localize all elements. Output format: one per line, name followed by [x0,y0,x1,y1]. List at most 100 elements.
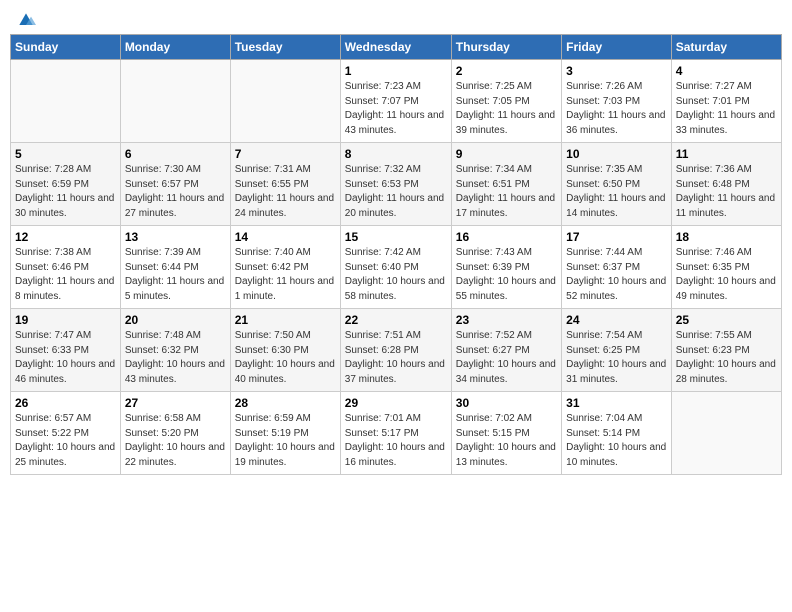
day-info: Sunrise: 7:39 AM Sunset: 6:44 PM Dayligh… [125,246,226,304]
day-info: Sunrise: 7:51 AM Sunset: 6:28 PM Dayligh… [345,329,447,387]
day-info: Sunrise: 7:43 AM Sunset: 6:39 PM Dayligh… [456,246,557,304]
day-number: 10 [566,147,667,161]
calendar-cell [120,60,230,143]
day-number: 26 [15,396,116,410]
day-info: Sunrise: 7:25 AM Sunset: 7:05 PM Dayligh… [456,80,557,138]
day-info: Sunrise: 7:55 AM Sunset: 6:23 PM Dayligh… [676,329,777,387]
day-info: Sunrise: 7:26 AM Sunset: 7:03 PM Dayligh… [566,80,667,138]
calendar-cell: 25Sunrise: 7:55 AM Sunset: 6:23 PM Dayli… [671,309,781,392]
calendar-cell: 28 Sunrise: 6:59 AM Sunset: 5:19 PM Dayli… [230,392,340,475]
calendar-cell: 19 Sunrise: 7:47 AM Sunset: 6:33 PM Dayli… [11,309,121,392]
calendar-cell: 9 Sunrise: 7:34 AM Sunset: 6:51 PM Daylig… [451,143,561,226]
calendar-cell: 23 Sunrise: 7:52 AM Sunset: 6:27 PM Dayli… [451,309,561,392]
calendar-cell: 31 Sunrise: 7:04 AM Sunset: 5:14 PM Dayli… [562,392,672,475]
day-number: 22 [345,313,447,327]
day-number: 29 [345,396,447,410]
calendar-cell: 20 Sunrise: 7:48 AM Sunset: 6:32 PM Dayli… [120,309,230,392]
day-number: 13 [125,230,226,244]
day-number: 6 [125,147,226,161]
day-number: 7 [235,147,336,161]
calendar-cell: 26 Sunrise: 6:57 AM Sunset: 5:22 PM Dayli… [11,392,121,475]
calendar-cell: 16 Sunrise: 7:43 AM Sunset: 6:39 PM Dayli… [451,226,561,309]
day-number: 12 [15,230,116,244]
calendar-cell: 29 Sunrise: 7:01 AM Sunset: 5:17 PM Dayli… [340,392,451,475]
day-info: Sunrise: 7:28 AM Sunset: 6:59 PM Dayligh… [15,163,116,221]
day-info: Sunrise: 7:23 AM Sunset: 7:07 PM Dayligh… [345,80,447,138]
calendar-cell: 10 Sunrise: 7:35 AM Sunset: 6:50 PM Dayli… [562,143,672,226]
day-number: 18 [676,230,777,244]
day-info: Sunrise: 7:32 AM Sunset: 6:53 PM Dayligh… [345,163,447,221]
calendar-cell: 17 Sunrise: 7:44 AM Sunset: 6:37 PM Dayli… [562,226,672,309]
day-info: Sunrise: 7:35 AM Sunset: 6:50 PM Dayligh… [566,163,667,221]
calendar-cell: 15 Sunrise: 7:42 AM Sunset: 6:40 PM Dayli… [340,226,451,309]
day-number: 19 [15,313,116,327]
calendar-cell: 1 Sunrise: 7:23 AM Sunset: 7:07 PM Daylig… [340,60,451,143]
calendar-cell: 7 Sunrise: 7:31 AM Sunset: 6:55 PM Daylig… [230,143,340,226]
day-header-saturday: Saturday [671,35,781,60]
calendar-cell: 2 Sunrise: 7:25 AM Sunset: 7:05 PM Daylig… [451,60,561,143]
day-info: Sunrise: 7:54 AM Sunset: 6:25 PM Dayligh… [566,329,667,387]
day-number: 1 [345,64,447,78]
day-number: 17 [566,230,667,244]
day-number: 11 [676,147,777,161]
calendar-cell: 12Sunrise: 7:38 AM Sunset: 6:46 PM Dayli… [11,226,121,309]
calendar-cell: 30Sunrise: 7:02 AM Sunset: 5:15 PM Dayli… [451,392,561,475]
day-info: Sunrise: 7:34 AM Sunset: 6:51 PM Dayligh… [456,163,557,221]
day-number: 14 [235,230,336,244]
day-header-wednesday: Wednesday [340,35,451,60]
day-number: 24 [566,313,667,327]
day-number: 3 [566,64,667,78]
day-info: Sunrise: 7:42 AM Sunset: 6:40 PM Dayligh… [345,246,447,304]
calendar-cell: 13 Sunrise: 7:39 AM Sunset: 6:44 PM Dayli… [120,226,230,309]
day-info: Sunrise: 7:01 AM Sunset: 5:17 PM Dayligh… [345,412,447,470]
day-number: 15 [345,230,447,244]
calendar-cell [230,60,340,143]
logo-icon [16,10,36,30]
day-info: Sunrise: 7:44 AM Sunset: 6:37 PM Dayligh… [566,246,667,304]
calendar-cell: 11 Sunrise: 7:36 AM Sunset: 6:48 PM Dayli… [671,143,781,226]
day-number: 5 [15,147,116,161]
day-info: Sunrise: 6:59 AM Sunset: 5:19 PM Dayligh… [235,412,336,470]
day-info: Sunrise: 7:50 AM Sunset: 6:30 PM Dayligh… [235,329,336,387]
calendar-cell: 14 Sunrise: 7:40 AM Sunset: 6:42 PM Dayli… [230,226,340,309]
day-number: 8 [345,147,447,161]
calendar-cell: 24 Sunrise: 7:54 AM Sunset: 6:25 PM Dayli… [562,309,672,392]
day-info: Sunrise: 7:46 AM Sunset: 6:35 PM Dayligh… [676,246,777,304]
calendar-cell: 3 Sunrise: 7:26 AM Sunset: 7:03 PM Daylig… [562,60,672,143]
calendar-cell: 22 Sunrise: 7:51 AM Sunset: 6:28 PM Dayli… [340,309,451,392]
calendar-cell: 8 Sunrise: 7:32 AM Sunset: 6:53 PM Daylig… [340,143,451,226]
day-info: Sunrise: 7:02 AM Sunset: 5:15 PM Dayligh… [456,412,557,470]
day-info: Sunrise: 6:58 AM Sunset: 5:20 PM Dayligh… [125,412,226,470]
day-number: 28 [235,396,336,410]
day-info: Sunrise: 7:52 AM Sunset: 6:27 PM Dayligh… [456,329,557,387]
day-info: Sunrise: 7:27 AM Sunset: 7:01 PM Dayligh… [676,80,777,138]
day-info: Sunrise: 7:48 AM Sunset: 6:32 PM Dayligh… [125,329,226,387]
calendar-cell: 5 Sunrise: 7:28 AM Sunset: 6:59 PM Daylig… [11,143,121,226]
day-number: 31 [566,396,667,410]
day-number: 16 [456,230,557,244]
day-header-tuesday: Tuesday [230,35,340,60]
calendar-cell: 21 Sunrise: 7:50 AM Sunset: 6:30 PM Dayli… [230,309,340,392]
page-header [10,10,782,26]
day-info: Sunrise: 7:40 AM Sunset: 6:42 PM Dayligh… [235,246,336,304]
day-info: Sunrise: 7:30 AM Sunset: 6:57 PM Dayligh… [125,163,226,221]
day-number: 21 [235,313,336,327]
calendar-cell: 18 Sunrise: 7:46 AM Sunset: 6:35 PM Dayli… [671,226,781,309]
day-number: 2 [456,64,557,78]
day-header-sunday: Sunday [11,35,121,60]
day-header-thursday: Thursday [451,35,561,60]
calendar-cell: 4 Sunrise: 7:27 AM Sunset: 7:01 PM Daylig… [671,60,781,143]
day-header-monday: Monday [120,35,230,60]
day-info: Sunrise: 7:47 AM Sunset: 6:33 PM Dayligh… [15,329,116,387]
day-info: Sunrise: 7:04 AM Sunset: 5:14 PM Dayligh… [566,412,667,470]
day-header-friday: Friday [562,35,672,60]
day-number: 20 [125,313,226,327]
day-number: 9 [456,147,557,161]
day-info: Sunrise: 7:31 AM Sunset: 6:55 PM Dayligh… [235,163,336,221]
calendar-cell: 27Sunrise: 6:58 AM Sunset: 5:20 PM Dayli… [120,392,230,475]
day-number: 4 [676,64,777,78]
day-info: Sunrise: 7:36 AM Sunset: 6:48 PM Dayligh… [676,163,777,221]
calendar-cell [11,60,121,143]
day-number: 23 [456,313,557,327]
day-info: Sunrise: 6:57 AM Sunset: 5:22 PM Dayligh… [15,412,116,470]
